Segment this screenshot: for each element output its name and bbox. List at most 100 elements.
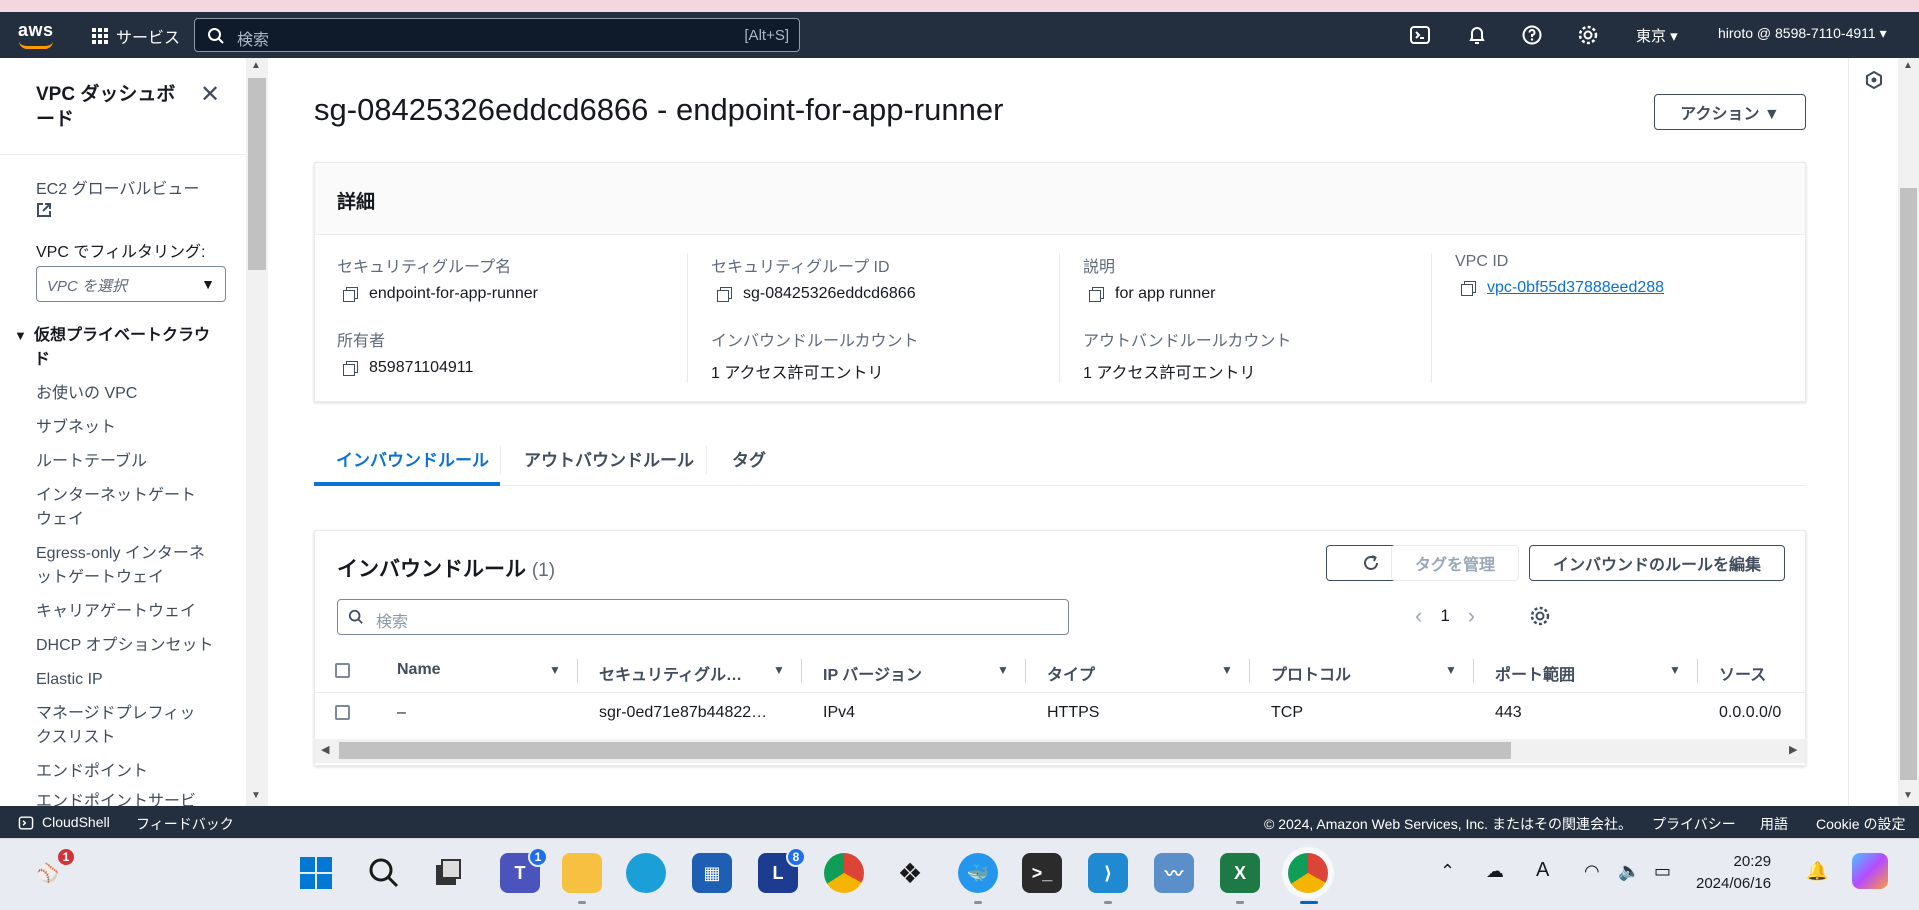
sidebar-item-endpoint-services[interactable]: エンドポイントサービス: [36, 790, 206, 806]
aws-logo[interactable]: aws: [18, 20, 58, 50]
column-header-ip-version[interactable]: IP バージョン: [823, 661, 922, 685]
system-clock[interactable]: 20:29 2024/06/16: [1696, 851, 1771, 895]
gear-icon[interactable]: [1577, 24, 1599, 46]
tab-tags[interactable]: タグ: [732, 446, 766, 471]
cloudshell-icon[interactable]: [1409, 24, 1431, 46]
help-icon[interactable]: [1521, 24, 1543, 46]
scrollbar-thumb[interactable]: [1900, 188, 1917, 780]
sidebar-item-internet-gateways[interactable]: インターネットゲートウェイ: [36, 484, 200, 532]
column-header-rule-id[interactable]: セキュリティグル…: [599, 661, 742, 685]
global-search-input[interactable]: 検索 [Alt+S]: [194, 18, 800, 52]
column-header-protocol[interactable]: プロトコル: [1271, 661, 1351, 685]
services-menu-button[interactable]: サービス: [92, 24, 180, 48]
page-scrollbar[interactable]: ▲ ▼: [1898, 58, 1919, 806]
dropbox-icon[interactable]: ❖: [890, 853, 930, 893]
copy-icon[interactable]: [343, 361, 358, 376]
manage-tags-button[interactable]: タグを管理: [1391, 545, 1519, 581]
region-selector[interactable]: 東京 ▾: [1636, 25, 1678, 46]
l-app-icon[interactable]: L8: [758, 847, 806, 893]
scroll-down-icon[interactable]: ▼: [1903, 790, 1913, 801]
settings-gear-icon[interactable]: [1529, 605, 1551, 627]
search-icon[interactable]: [364, 853, 404, 893]
column-resizer[interactable]: [1249, 659, 1250, 683]
excel-icon[interactable]: X: [1220, 853, 1260, 893]
column-header-type[interactable]: タイプ: [1047, 661, 1095, 685]
bell-icon[interactable]: [1466, 24, 1488, 46]
cookie-settings-link[interactable]: Cookie の設定: [1816, 814, 1905, 834]
sidebar-section-vpc[interactable]: ▼ 仮想プライベートクラウド: [14, 324, 214, 372]
scroll-down-icon[interactable]: ▼: [251, 790, 261, 801]
column-header-port-range[interactable]: ポート範囲: [1495, 661, 1575, 685]
wifi-icon[interactable]: ◠: [1584, 861, 1600, 882]
scroll-left-icon[interactable]: ◀: [321, 743, 329, 756]
scrollbar-thumb[interactable]: [339, 742, 1511, 759]
copy-icon[interactable]: [1089, 287, 1104, 302]
vscode-icon[interactable]: ⟩: [1088, 853, 1128, 893]
sort-caret-icon[interactable]: ▼: [997, 663, 1009, 677]
terminal-icon[interactable]: >_: [1022, 853, 1062, 893]
copy-icon[interactable]: [343, 287, 358, 302]
sidebar-item-prefix-lists[interactable]: マネージドプレフィックスリスト: [36, 702, 200, 750]
file-explorer-icon[interactable]: [562, 853, 602, 893]
actions-button[interactable]: アクション ▼: [1654, 94, 1806, 130]
cloudshell-icon[interactable]: [18, 815, 34, 831]
copy-icon[interactable]: [1461, 281, 1476, 296]
store-icon[interactable]: ▦: [692, 853, 732, 893]
rules-search-input[interactable]: 検索: [337, 599, 1069, 635]
sort-caret-icon[interactable]: ▼: [773, 663, 785, 677]
edit-inbound-rules-button[interactable]: インバウンドのルールを編集: [1529, 545, 1785, 581]
column-header-name[interactable]: Name: [397, 661, 441, 679]
info-panel-icon[interactable]: [1864, 70, 1884, 90]
edge-icon[interactable]: [626, 853, 666, 893]
sidebar-item-subnets[interactable]: サブネット: [36, 416, 206, 440]
sidebar-item-route-tables[interactable]: ルートテーブル: [36, 450, 206, 474]
sort-caret-icon[interactable]: ▼: [549, 663, 561, 677]
chevron-right-icon[interactable]: ›: [1468, 603, 1475, 629]
close-icon[interactable]: ✕: [200, 80, 220, 109]
docker-icon[interactable]: 🐳: [958, 853, 998, 893]
column-resizer[interactable]: [1697, 659, 1698, 683]
sidebar-item-endpoints[interactable]: エンドポイント: [36, 760, 206, 784]
select-all-checkbox[interactable]: [335, 663, 350, 678]
vpc-filter-select[interactable]: VPC を選択 ▼: [36, 266, 226, 302]
tab-outbound-rules[interactable]: アウトバウンドルール: [524, 446, 694, 471]
vpc-id-link[interactable]: vpc-0bf55d37888eed288: [1487, 279, 1664, 297]
scroll-up-icon[interactable]: ▲: [251, 60, 261, 71]
column-resizer[interactable]: [801, 659, 802, 683]
chevron-up-icon[interactable]: ⌃: [1440, 861, 1455, 882]
table-horizontal-scrollbar[interactable]: ◀ ▶: [315, 739, 1805, 763]
task-view-icon[interactable]: [428, 853, 468, 893]
monitor-app-icon[interactable]: 〰: [1154, 853, 1194, 893]
chrome-icon[interactable]: [824, 853, 864, 893]
chrome-active-icon[interactable]: [1288, 853, 1328, 893]
baseball-app-icon[interactable]: ⚾ 1: [28, 847, 76, 893]
page-number[interactable]: 1: [1440, 606, 1449, 626]
terms-link[interactable]: 用語: [1760, 814, 1788, 834]
copilot-icon[interactable]: [1852, 853, 1888, 889]
notification-bell-icon[interactable]: 🔔: [1806, 861, 1828, 882]
row-checkbox[interactable]: [335, 705, 350, 720]
sort-caret-icon[interactable]: ▼: [1221, 663, 1233, 677]
sidebar-item-dhcp-options[interactable]: DHCP オプションセット: [36, 634, 236, 658]
battery-icon[interactable]: ▭: [1654, 861, 1671, 882]
cloudshell-link[interactable]: CloudShell: [42, 814, 110, 830]
sidebar-item-ec2-global-view[interactable]: EC2 グローバルビュー: [36, 178, 206, 226]
sidebar-item-egress-only-gateways[interactable]: Egress-only インターネットゲートウェイ: [36, 542, 212, 590]
speaker-icon[interactable]: 🔈: [1618, 861, 1640, 882]
feedback-link[interactable]: フィードバック: [136, 814, 234, 834]
column-header-source[interactable]: ソース: [1719, 661, 1766, 685]
teams-icon[interactable]: T1: [500, 847, 548, 893]
sidebar-item-your-vpcs[interactable]: お使いの VPC: [36, 382, 206, 406]
copy-icon[interactable]: [717, 287, 732, 302]
scroll-up-icon[interactable]: ▲: [1903, 60, 1913, 71]
sidebar-item-carrier-gateways[interactable]: キャリアゲートウェイ: [36, 600, 206, 624]
column-resizer[interactable]: [577, 659, 578, 683]
account-menu[interactable]: hiroto @ 8598-7110-4911 ▾: [1718, 25, 1887, 42]
sidebar-item-elastic-ip[interactable]: Elastic IP: [36, 668, 206, 692]
column-resizer[interactable]: [1473, 659, 1474, 683]
windows-start-icon[interactable]: [296, 853, 336, 893]
cloud-offline-icon[interactable]: ☁: [1486, 861, 1504, 882]
privacy-link[interactable]: プライバシー: [1652, 814, 1736, 834]
sort-caret-icon[interactable]: ▼: [1669, 663, 1681, 677]
chevron-left-icon[interactable]: ‹: [1415, 603, 1422, 629]
